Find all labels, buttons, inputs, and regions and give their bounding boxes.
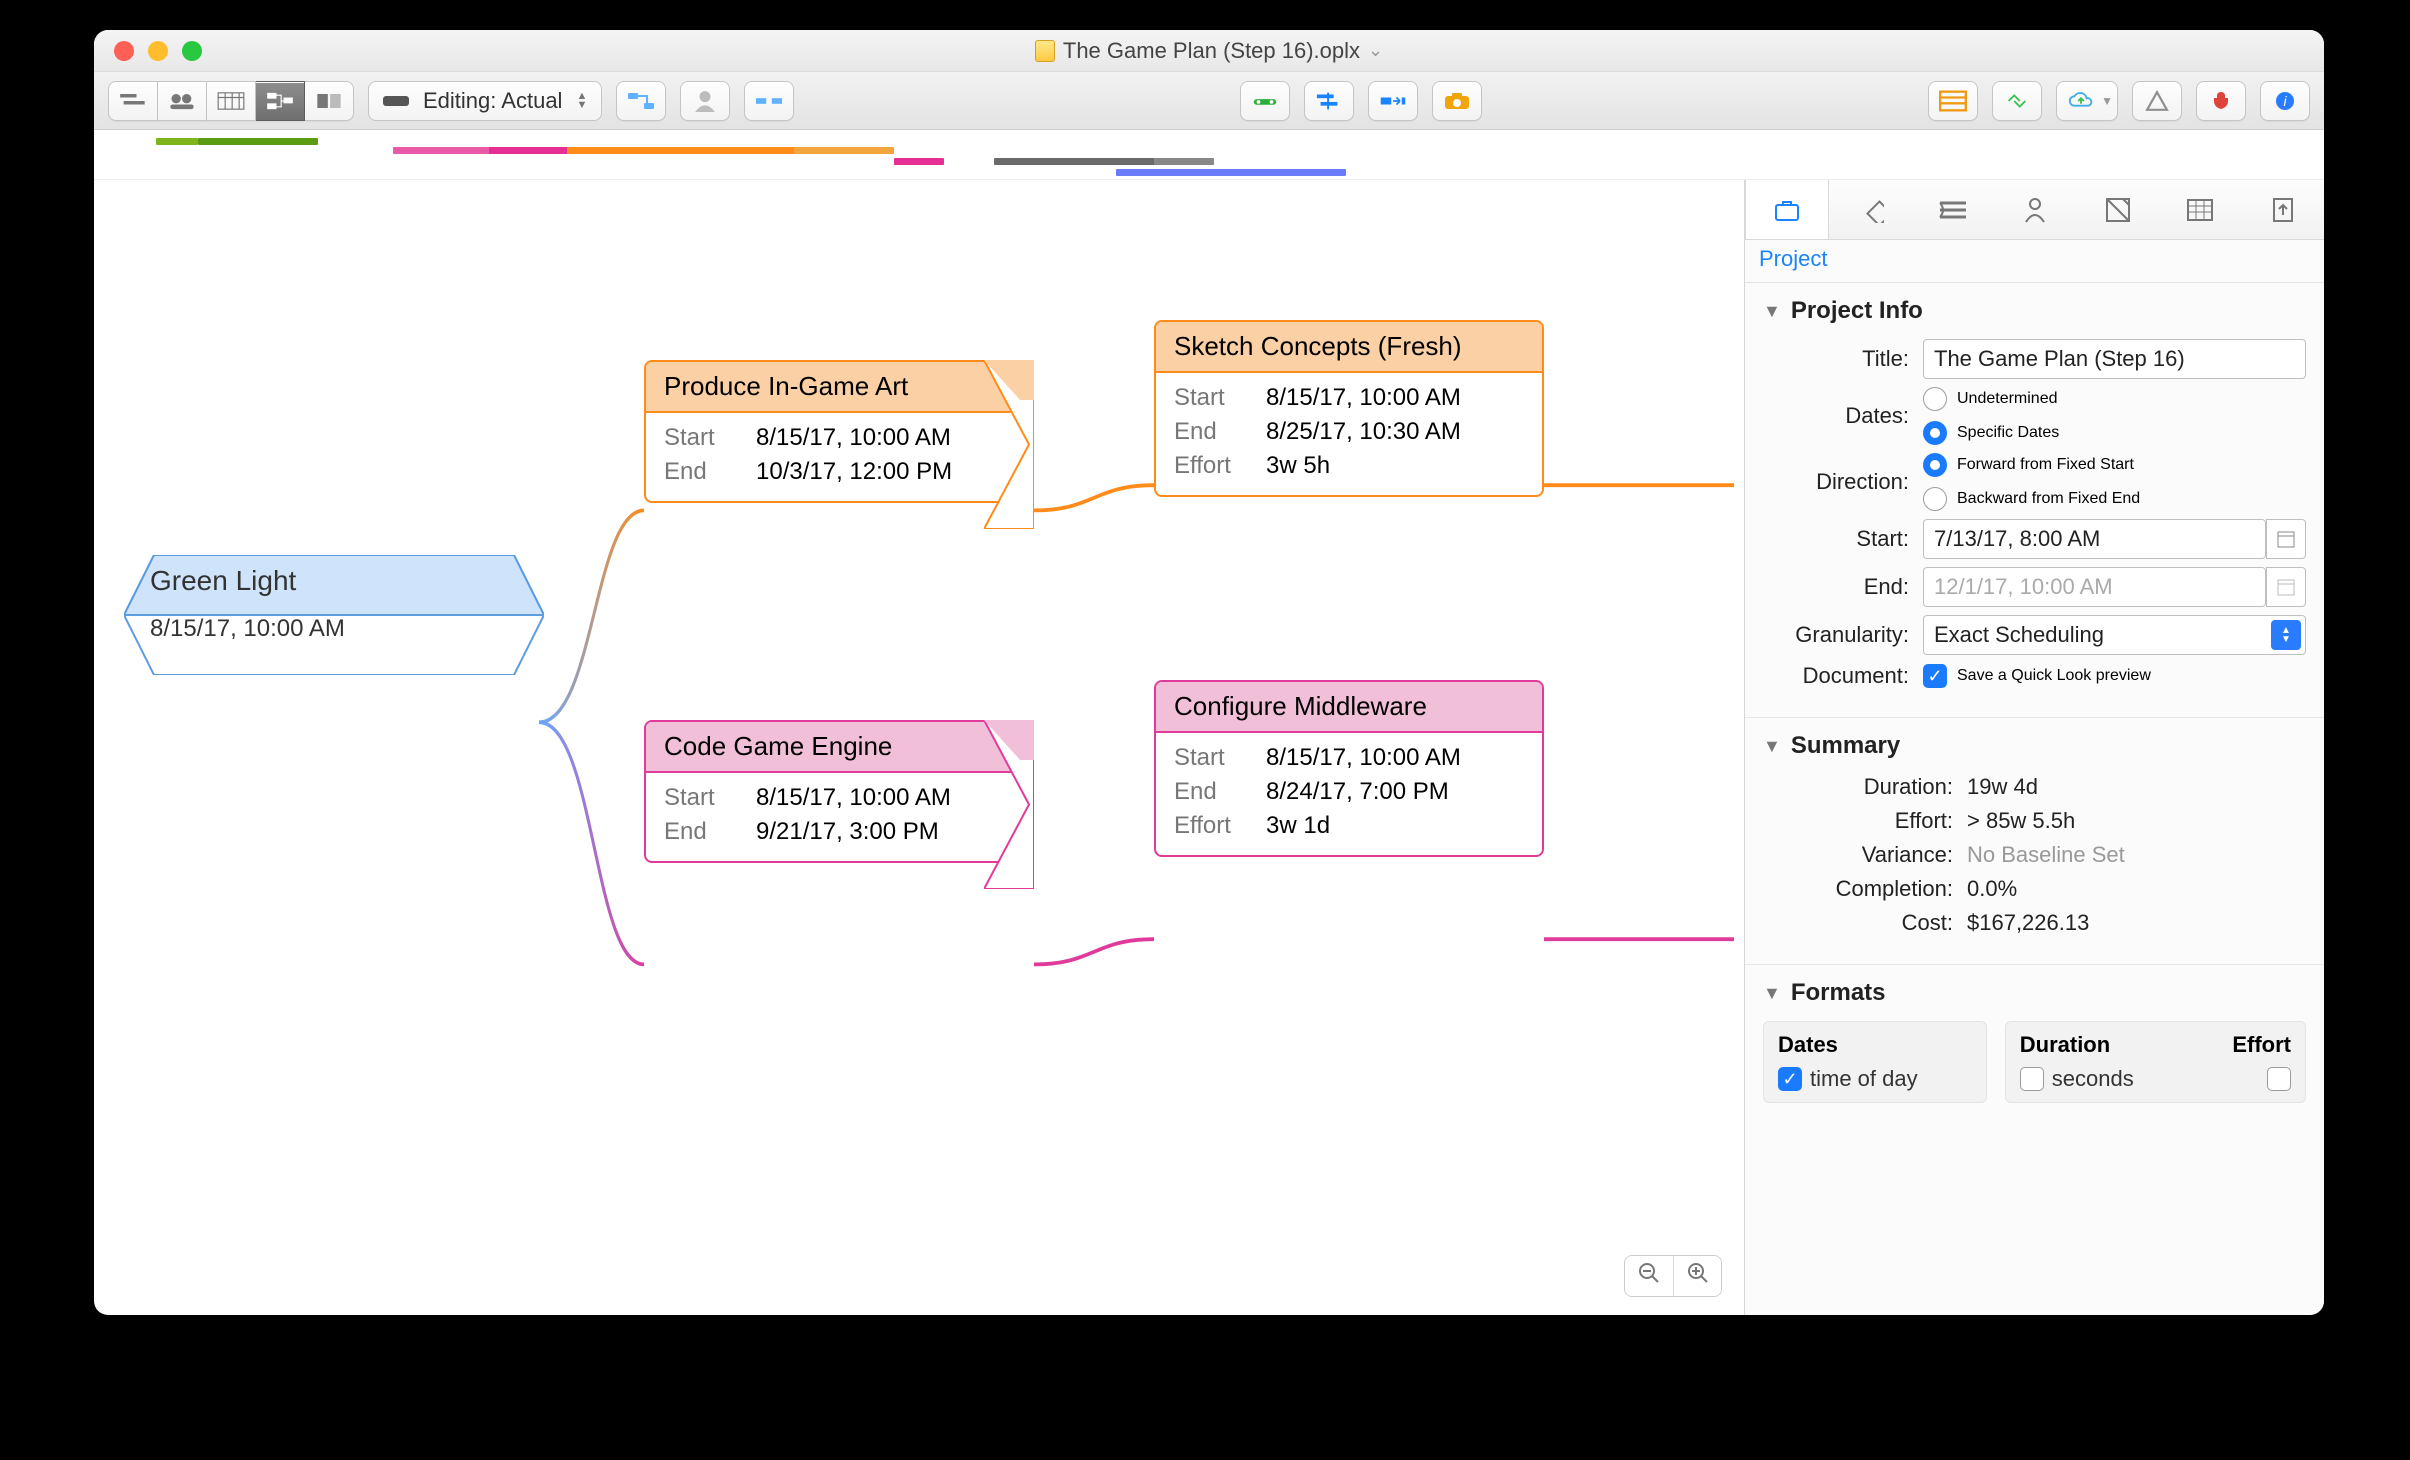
inspector-tab-export[interactable] xyxy=(2242,180,2324,239)
save-quicklook-checkbox[interactable]: Save a Quick Look preview xyxy=(1923,664,2151,688)
link-tasks-button[interactable] xyxy=(616,81,666,121)
chevron-down-icon[interactable]: ⌄ xyxy=(1368,40,1383,61)
snapshot-button[interactable] xyxy=(1432,81,1482,121)
view-mode-segmented xyxy=(108,81,354,121)
overview-bar[interactable] xyxy=(489,147,569,154)
overview-bar[interactable] xyxy=(894,158,944,165)
format-time-of-day-checkbox[interactable]: time of day xyxy=(1778,1066,1972,1092)
reschedule-button[interactable] xyxy=(1368,81,1418,121)
task-node-sketch[interactable]: Sketch Concepts (Fresh)Start8/15/17, 10:… xyxy=(1154,320,1544,497)
share-sync-button[interactable] xyxy=(1992,81,2042,121)
overview-bar[interactable] xyxy=(794,147,894,154)
network-canvas[interactable]: Green Light 8/15/17, 10:00 AM Produce In… xyxy=(94,180,1744,1315)
change-tracking-button[interactable] xyxy=(2132,81,2182,121)
zoom-out-button[interactable] xyxy=(1625,1256,1673,1296)
format-effort-seconds-checkbox[interactable] xyxy=(2267,1067,2291,1091)
project-end-field xyxy=(1923,567,2266,607)
baseline-icon xyxy=(383,96,409,106)
toolbar: Editing: Actual ▲▼ ▼ i xyxy=(94,72,2324,130)
zoom-in-button[interactable] xyxy=(1673,1256,1721,1296)
dates-specific-radio[interactable]: Specific Dates xyxy=(1923,421,2059,445)
app-window: The Game Plan (Step 16).oplx ⌄ Editing: … xyxy=(94,30,2324,1315)
section-project-info: ▼Project Info Title: Dates: Undetermined… xyxy=(1745,283,2324,718)
overview-bar[interactable] xyxy=(1154,158,1214,165)
stop-button[interactable] xyxy=(2196,81,2246,121)
level-button[interactable] xyxy=(1240,81,1290,121)
formats-dates-column: Dates time of day xyxy=(1763,1021,1987,1103)
format-duration-seconds-checkbox[interactable] xyxy=(2020,1067,2044,1091)
section-summary: ▼Summary Duration:19w 4d Effort:> 85w 5.… xyxy=(1745,718,2324,965)
split-button[interactable] xyxy=(744,81,794,121)
overview-bar[interactable] xyxy=(567,147,797,154)
inspector-tab-columns[interactable] xyxy=(2159,180,2241,239)
inspector-tab-milestones[interactable] xyxy=(1829,180,1911,239)
inspector-subtitle: Project xyxy=(1745,240,2324,283)
editing-mode-popup[interactable]: Editing: Actual ▲▼ xyxy=(368,81,602,121)
view-gantt-button[interactable] xyxy=(108,81,158,121)
milestone-date: 8/15/17, 10:00 AM xyxy=(124,607,544,651)
overview-bar[interactable] xyxy=(1116,169,1346,176)
assign-button[interactable] xyxy=(680,81,730,121)
catchup-button[interactable] xyxy=(1304,81,1354,121)
dashboard-button[interactable] xyxy=(1928,81,1978,121)
disclosure-triangle-icon[interactable]: ▼ xyxy=(1763,301,1781,322)
overview-bar[interactable] xyxy=(156,138,198,145)
overview-bar[interactable] xyxy=(994,158,1164,165)
calendar-icon xyxy=(2266,567,2306,607)
titlebar: The Game Plan (Step 16).oplx ⌄ xyxy=(94,30,2324,72)
granularity-select[interactable]: Exact Scheduling ▲▼ xyxy=(1923,615,2306,655)
info-button[interactable]: i xyxy=(2260,81,2310,121)
view-calendar-button[interactable] xyxy=(207,81,256,121)
task-node-art[interactable]: Produce In-Game ArtStart8/15/17, 10:00 A… xyxy=(644,360,1034,503)
dates-undetermined-radio[interactable]: Undetermined xyxy=(1923,387,2059,411)
formats-duration-column: Duration Effort seconds xyxy=(2005,1021,2306,1103)
direction-backward-radio[interactable]: Backward from Fixed End xyxy=(1923,487,2140,511)
inspector-tab-custom[interactable] xyxy=(2077,180,2159,239)
cloud-button[interactable]: ▼ xyxy=(2056,81,2118,121)
inspector-tab-resource[interactable] xyxy=(1994,180,2076,239)
milestone-node[interactable]: Green Light 8/15/17, 10:00 AM xyxy=(124,555,544,675)
chevron-up-down-icon: ▲▼ xyxy=(2271,620,2301,650)
inspector-panel: Project ▼Project Info Title: Dates: Unde… xyxy=(1744,180,2324,1315)
milestone-title: Green Light xyxy=(124,555,544,607)
project-start-field[interactable] xyxy=(1923,519,2266,559)
zoom-controls xyxy=(1624,1255,1722,1297)
stepper-icon: ▲▼ xyxy=(576,92,587,110)
disclosure-triangle-icon[interactable]: ▼ xyxy=(1763,983,1781,1004)
task-node-middle[interactable]: Configure MiddlewareStart8/15/17, 10:00 … xyxy=(1154,680,1544,857)
direction-forward-radio[interactable]: Forward from Fixed Start xyxy=(1923,453,2140,477)
task-node-engine[interactable]: Code Game EngineStart8/15/17, 10:00 AM E… xyxy=(644,720,1034,863)
overview-bar[interactable] xyxy=(198,138,318,145)
inspector-tab-styles[interactable] xyxy=(1912,180,1994,239)
chevron-down-icon: ▼ xyxy=(2101,94,2113,108)
document-title: The Game Plan (Step 16).oplx xyxy=(1063,38,1360,64)
calendar-icon[interactable] xyxy=(2266,519,2306,559)
project-title-field[interactable] xyxy=(1923,339,2306,379)
view-resource-button[interactable] xyxy=(158,81,207,121)
document-icon xyxy=(1035,40,1055,62)
section-formats: ▼Formats Dates time of day Duration Effo… xyxy=(1745,965,2324,1123)
inspector-tabs xyxy=(1745,180,2324,240)
overview-bar[interactable] xyxy=(393,147,491,154)
view-styles-button[interactable] xyxy=(305,81,354,121)
timeline-overview[interactable] xyxy=(94,130,2324,180)
inspector-tab-project[interactable] xyxy=(1745,180,1829,239)
view-network-button[interactable] xyxy=(256,81,305,121)
disclosure-triangle-icon[interactable]: ▼ xyxy=(1763,736,1781,757)
